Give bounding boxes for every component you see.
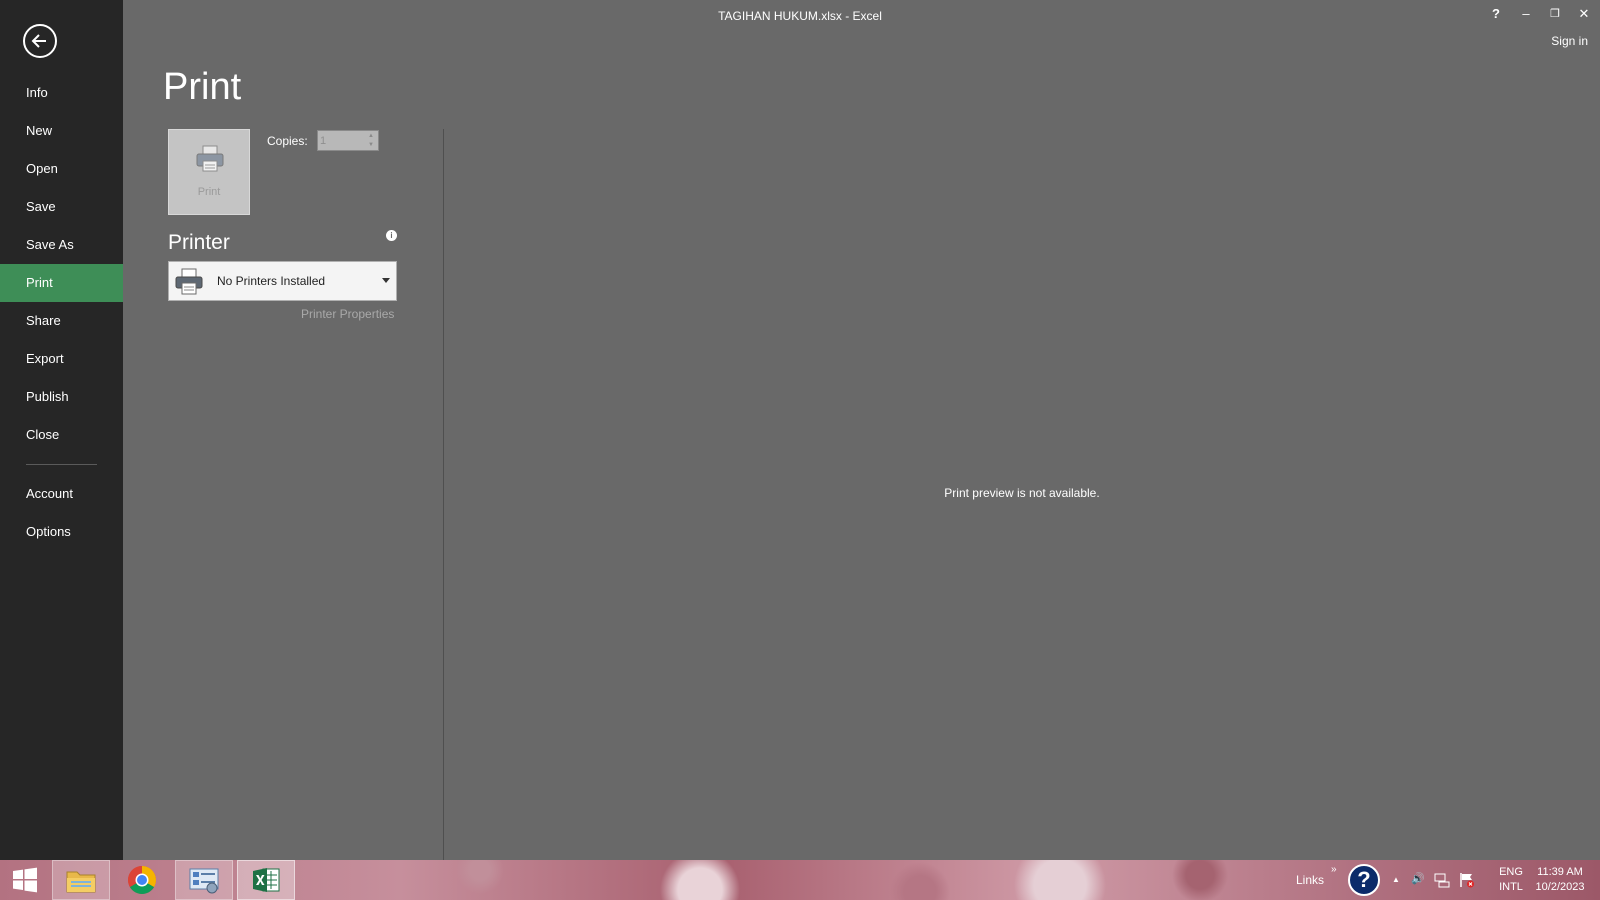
nav-item-options[interactable]: Options — [0, 513, 123, 551]
backstage-nav: Info New Open Save Save As Print Share E… — [0, 0, 123, 860]
printer-section-heading: Printer — [168, 231, 230, 254]
printer-select-value: No Printers Installed — [217, 274, 326, 288]
links-toolbar-label[interactable]: Links — [1296, 873, 1324, 887]
taskbar-file-explorer[interactable] — [52, 860, 110, 900]
printer-icon — [175, 268, 203, 295]
help-button[interactable]: ? — [1484, 4, 1508, 24]
control-panel-icon — [189, 868, 219, 894]
folder-icon — [66, 871, 96, 893]
nav-item-save-as[interactable]: Save As — [0, 226, 123, 264]
printer-icon — [196, 145, 224, 172]
start-button[interactable] — [0, 860, 50, 900]
nav-item-account[interactable]: Account — [0, 475, 123, 513]
chevron-up-icon[interactable]: ▲ — [367, 132, 375, 140]
printer-select[interactable]: No Printers Installed — [168, 261, 397, 301]
window-title: TAGIHAN HUKUM.xlsx - Excel — [718, 9, 882, 23]
back-arrow-button[interactable] — [23, 24, 57, 58]
minimize-button[interactable]: – — [1514, 4, 1538, 24]
nav-item-close[interactable]: Close — [0, 416, 123, 454]
nav-item-export[interactable]: Export — [0, 340, 123, 378]
taskbar-excel[interactable] — [237, 860, 295, 900]
restore-button[interactable]: ❐ — [1543, 4, 1567, 24]
nav-item-new[interactable]: New — [0, 112, 123, 150]
nav-item-open[interactable]: Open — [0, 150, 123, 188]
close-window-button[interactable]: ✕ — [1572, 4, 1596, 24]
nav-item-save[interactable]: Save — [0, 188, 123, 226]
print-preview-message: Print preview is not available. — [944, 486, 1100, 500]
clock-time: 11:39 AM — [1537, 866, 1583, 878]
keyboard-layout: INTL — [1499, 881, 1523, 893]
excel-icon — [253, 868, 280, 892]
page-title: Print — [163, 66, 242, 108]
chevron-down-icon — [382, 278, 390, 283]
system-clock[interactable]: 11:39 AM 10/2/2023 — [1527, 865, 1593, 895]
printer-properties-link[interactable]: Printer Properties — [301, 307, 394, 321]
copies-label: Copies: — [267, 134, 308, 148]
tray-expand-icon[interactable]: ▲ — [1392, 875, 1400, 884]
taskbar: Links » ? ▲ 🔊 ENG INTL 11:39 AM 10/2/202… — [0, 860, 1600, 900]
taskbar-chrome[interactable] — [113, 860, 171, 900]
copies-input[interactable] — [320, 132, 364, 149]
nav-item-print[interactable]: Print — [0, 264, 123, 302]
taskbar-control-panel[interactable] — [175, 860, 233, 900]
chrome-icon — [128, 866, 156, 894]
nav-divider — [26, 464, 97, 465]
nav-item-info[interactable]: Info — [0, 74, 123, 112]
windows-logo-icon — [13, 867, 37, 893]
sign-in-link[interactable]: Sign in — [1551, 34, 1588, 48]
print-button[interactable]: Print — [168, 129, 250, 215]
copies-stepper[interactable]: ▲ ▼ — [317, 130, 379, 151]
flag-icon — [1460, 873, 1474, 888]
clock-date: 10/2/2023 — [1535, 881, 1585, 893]
nav-item-share[interactable]: Share — [0, 302, 123, 340]
input-language-indicator[interactable]: ENG INTL — [1493, 865, 1529, 895]
help-icon[interactable]: ? — [1348, 864, 1380, 896]
language-code: ENG — [1499, 866, 1523, 878]
chevron-down-icon[interactable]: ▼ — [367, 141, 375, 149]
network-icon[interactable] — [1434, 872, 1450, 891]
action-center-flag-icon[interactable] — [1459, 872, 1475, 891]
volume-icon[interactable]: 🔊 — [1411, 872, 1425, 885]
nav-item-publish[interactable]: Publish — [0, 378, 123, 416]
info-icon[interactable]: i — [386, 230, 397, 241]
double-chevron-icon[interactable]: » — [1331, 864, 1337, 875]
network-glyph — [1434, 873, 1450, 888]
print-button-label: Print — [197, 186, 221, 198]
back-arrow-icon — [31, 34, 46, 48]
